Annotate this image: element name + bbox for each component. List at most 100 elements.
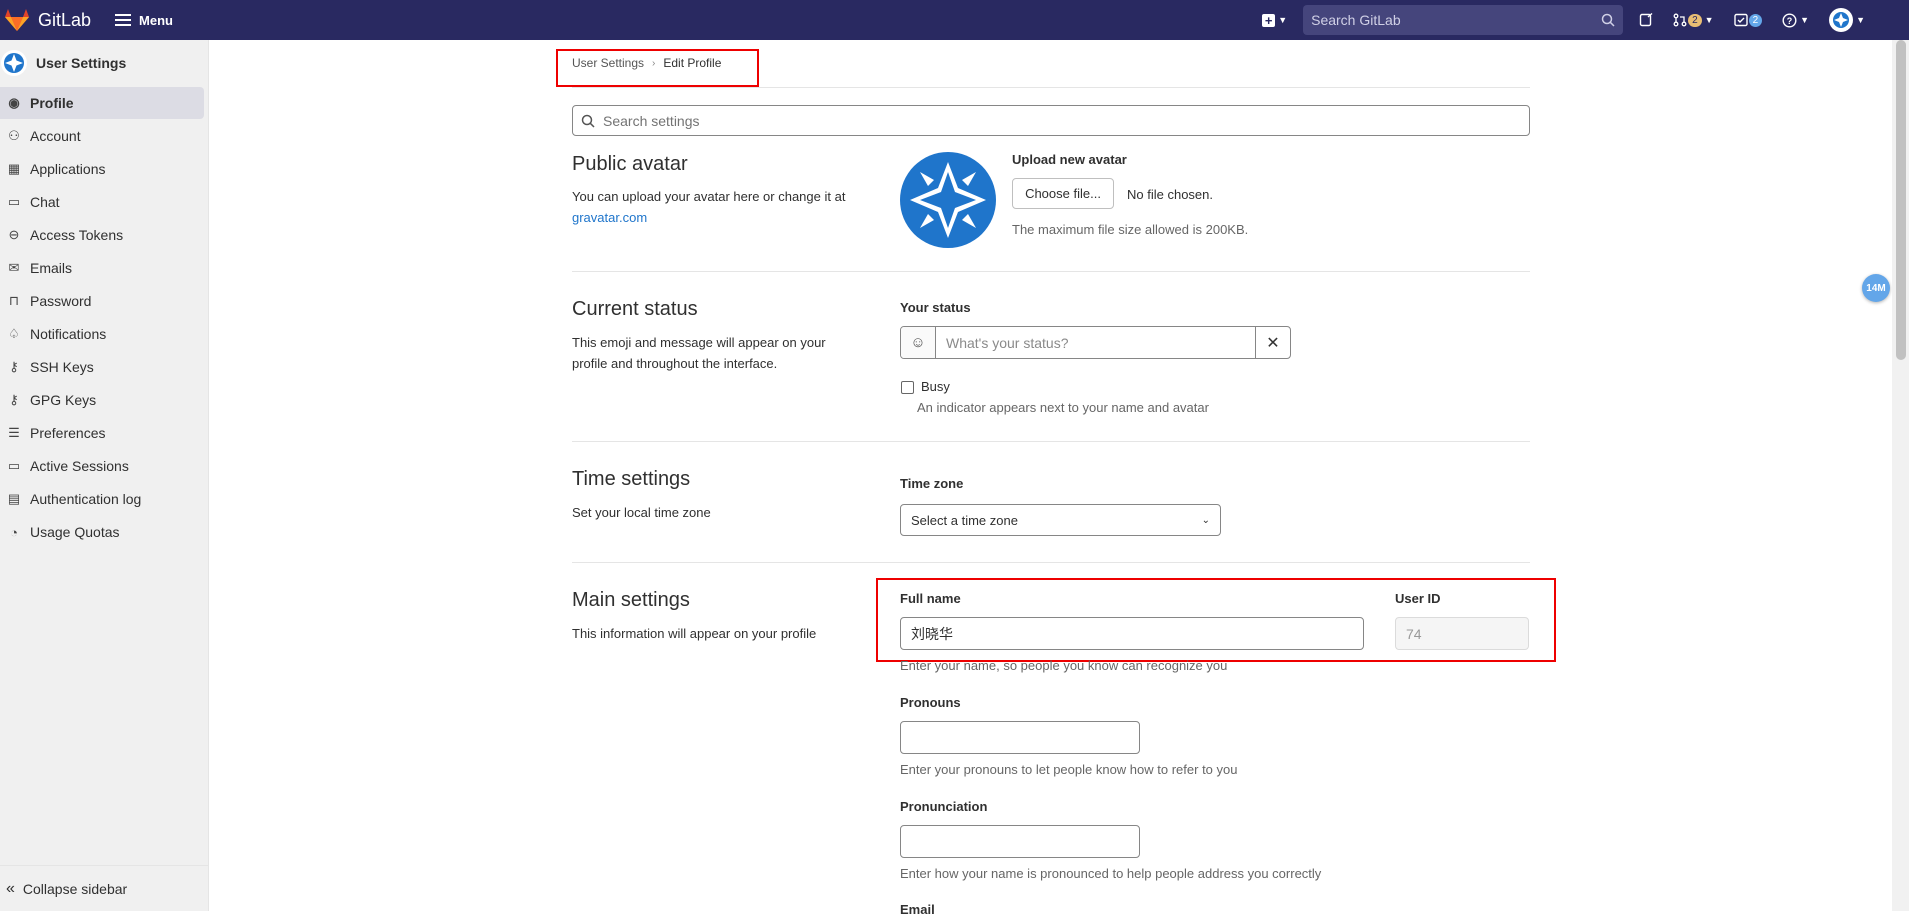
sidebar-item-preferences[interactable]: ☰ Preferences bbox=[0, 417, 204, 449]
mail-icon: ✉ bbox=[8, 260, 20, 275]
performance-bar-badge[interactable]: 14M bbox=[1862, 274, 1890, 302]
public-avatar-desc: You can upload your avatar here or chang… bbox=[572, 186, 872, 228]
close-icon: ✕ bbox=[1266, 334, 1280, 352]
avatar bbox=[1829, 8, 1854, 32]
sidebar-item-account[interactable]: ⚇ Account bbox=[0, 120, 204, 152]
main-settings-desc: This information will appear on your pro… bbox=[572, 626, 817, 641]
chevron-down-icon: ⌄ bbox=[1201, 514, 1210, 526]
no-file-chosen-text: No file chosen. bbox=[1127, 187, 1213, 202]
merge-requests-button[interactable]: 2 ▼ bbox=[1673, 13, 1714, 27]
todos-button[interactable]: 2 bbox=[1733, 13, 1763, 27]
smiley-icon: ☺ bbox=[910, 334, 926, 351]
clear-status-button[interactable]: ✕ bbox=[1255, 327, 1290, 358]
busy-checkbox[interactable] bbox=[901, 381, 914, 394]
applications-icon: ▦ bbox=[7, 161, 21, 176]
sidebar-item-label: Access Tokens bbox=[30, 227, 124, 243]
gravatar-link[interactable]: gravatar.com bbox=[572, 210, 647, 225]
sidebar-item-label: Emails bbox=[30, 260, 73, 276]
chevron-down-icon: ▼ bbox=[1278, 15, 1288, 25]
plus-square-icon: + bbox=[1262, 13, 1276, 27]
current-status-title: Current status bbox=[572, 298, 698, 320]
pronouns-input[interactable] bbox=[900, 721, 1140, 754]
todos-count-badge: 2 bbox=[1748, 13, 1763, 27]
main-settings-highlight-box bbox=[876, 578, 1556, 662]
scrollbar-thumb[interactable] bbox=[1896, 40, 1906, 360]
collapse-sidebar-button[interactable]: « Collapse sidebar bbox=[0, 865, 208, 911]
breadcrumb-highlight-box bbox=[556, 49, 759, 87]
your-status-label: Your status bbox=[900, 300, 971, 315]
sidebar-item-label: Chat bbox=[30, 194, 60, 210]
gitlab-logo-icon bbox=[5, 9, 29, 31]
status-message-input[interactable]: What's your status? bbox=[936, 327, 1255, 358]
search-settings-input[interactable]: Search settings bbox=[572, 105, 1530, 136]
lock-icon: ⊓ bbox=[8, 293, 20, 308]
collapse-sidebar-label: Collapse sidebar bbox=[22, 880, 128, 897]
sidebar-item-access-tokens[interactable]: ⊖ Access Tokens bbox=[0, 219, 204, 251]
search-settings-placeholder: Search settings bbox=[603, 112, 700, 129]
sidebar-header[interactable]: User Settings bbox=[0, 40, 208, 86]
menu-button[interactable]: Menu bbox=[115, 13, 173, 28]
pronunciation-input[interactable] bbox=[900, 825, 1140, 858]
hamburger-icon bbox=[115, 14, 132, 26]
sidebar-item-notifications[interactable]: ♤ Notifications bbox=[0, 318, 204, 350]
time-settings-title: Time settings bbox=[572, 468, 691, 490]
chevron-down-icon: ▼ bbox=[1856, 15, 1865, 25]
todo-done-icon bbox=[1733, 13, 1748, 27]
sidebar-item-active-sessions[interactable]: ▭ Active Sessions bbox=[0, 450, 204, 482]
sidebar-item-label: Password bbox=[30, 293, 92, 309]
key-icon: ⚷ bbox=[9, 359, 19, 374]
time-zone-select-value: Select a time zone bbox=[911, 512, 1018, 528]
busy-help-text: An indicator appears next to your name a… bbox=[917, 400, 1209, 415]
double-chevron-left-icon: « bbox=[6, 879, 15, 897]
preferences-icon: ☰ bbox=[8, 425, 20, 440]
bell-icon: ♤ bbox=[8, 326, 20, 341]
sidebar: User Settings ◉ Profile ⚇ Account ▦ Applica… bbox=[0, 40, 209, 911]
issues-icon bbox=[1639, 13, 1653, 27]
choose-file-button[interactable]: Choose file... bbox=[1012, 178, 1114, 209]
page-scrollbar[interactable] bbox=[1892, 40, 1909, 911]
sidebar-item-applications[interactable]: ▦ Applications bbox=[0, 153, 204, 185]
search-icon bbox=[1601, 13, 1615, 27]
merge-requests-count-badge: 2 bbox=[1688, 13, 1702, 27]
sidebar-item-label: Active Sessions bbox=[30, 458, 129, 474]
sidebar-item-label: Applications bbox=[30, 161, 106, 177]
top-navbar: GitLab Menu + ▼ Search GitLab 2 ▼ 2 ? ▼ bbox=[0, 0, 1909, 40]
sidebar-item-password[interactable]: ⊓ Password bbox=[0, 285, 204, 317]
time-zone-select[interactable]: Select a time zone ⌄ bbox=[900, 504, 1221, 536]
gitlab-home-link[interactable]: GitLab bbox=[4, 8, 91, 32]
divider bbox=[572, 87, 1530, 88]
current-status-desc: This emoji and message will appear on yo… bbox=[572, 335, 826, 371]
pronouns-help: Enter your pronouns to let people know h… bbox=[900, 762, 1238, 777]
divider bbox=[572, 562, 1530, 563]
sidebar-item-label: Preferences bbox=[30, 425, 106, 441]
sidebar-item-authentication-log[interactable]: ▤ Authentication log bbox=[0, 483, 204, 515]
sidebar-item-chat[interactable]: ▭ Chat bbox=[0, 186, 204, 218]
sidebar-item-ssh-keys[interactable]: ⚷ SSH Keys bbox=[0, 351, 204, 383]
menu-label: Menu bbox=[139, 12, 173, 28]
chevron-down-icon: ▼ bbox=[1704, 15, 1714, 25]
search-gitlab-input[interactable]: Search GitLab bbox=[1303, 5, 1624, 35]
time-zone-label: Time zone bbox=[900, 476, 964, 491]
user-menu-button[interactable]: ▼ bbox=[1829, 8, 1865, 32]
sidebar-item-label: Usage Quotas bbox=[30, 524, 120, 540]
new-dropdown-button[interactable]: + ▼ bbox=[1262, 13, 1288, 27]
sidebar-item-gpg-keys[interactable]: ⚷ GPG Keys bbox=[0, 384, 204, 416]
sidebar-item-label: Profile bbox=[30, 95, 74, 111]
sidebar-item-label: SSH Keys bbox=[30, 359, 94, 375]
main-settings-title: Main settings bbox=[572, 589, 690, 611]
sidebar-item-emails[interactable]: ✉ Emails bbox=[0, 252, 204, 284]
public-avatar-desc-text: You can upload your avatar here or chang… bbox=[572, 189, 846, 204]
emoji-picker-button[interactable]: ☺ bbox=[901, 327, 936, 358]
avatar-preview-image bbox=[900, 152, 996, 248]
sidebar-item-label: GPG Keys bbox=[30, 392, 97, 408]
time-settings-desc: Set your local time zone bbox=[572, 505, 711, 520]
busy-label: Busy bbox=[921, 379, 950, 394]
sidebar-item-usage-quotas[interactable]: ◔ Usage Quotas bbox=[0, 516, 204, 548]
sidebar-item-profile[interactable]: ◉ Profile bbox=[0, 87, 204, 119]
profile-icon: ◉ bbox=[8, 95, 20, 110]
max-file-size-note: The maximum file size allowed is 200KB. bbox=[1012, 222, 1249, 237]
divider bbox=[572, 271, 1530, 272]
sidebar-title: User Settings bbox=[36, 55, 127, 71]
issues-button[interactable] bbox=[1639, 13, 1653, 27]
help-button[interactable]: ? ▼ bbox=[1782, 12, 1809, 28]
